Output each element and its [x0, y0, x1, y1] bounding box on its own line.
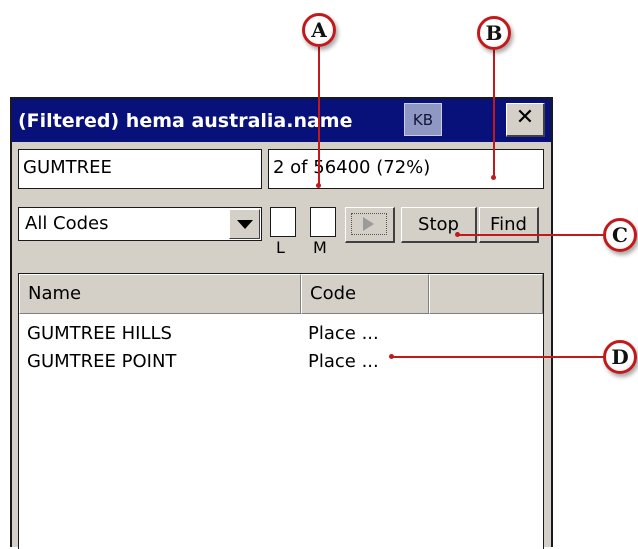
title-bar: (Filtered) hema australia.name KB ✕: [12, 99, 551, 142]
checkbox-l[interactable]: [270, 207, 296, 237]
callout-c-leader: [458, 234, 604, 236]
codes-dropdown-value: All Codes: [25, 213, 109, 234]
app-window: (Filtered) hema australia.name KB ✕ GUMT…: [10, 97, 553, 549]
callout-d: D: [603, 340, 637, 374]
callout-b-leader: [493, 49, 495, 177]
callout-d-leader: [392, 356, 604, 358]
column-header-empty: [429, 274, 543, 314]
column-header-name[interactable]: Name: [19, 274, 301, 314]
status-field: 2 of 56400 (72%): [268, 149, 544, 189]
callout-b-dot: [491, 175, 496, 180]
callout-c: C: [603, 218, 637, 252]
callout-b: B: [477, 16, 511, 50]
search-input[interactable]: GUMTREE: [18, 149, 262, 189]
callout-a-leader: [318, 46, 320, 185]
callout-a-dot: [316, 183, 321, 188]
row-name: GUMTREE POINT: [27, 351, 177, 372]
list-item[interactable]: GUMTREE HILLS Place ...: [19, 320, 543, 348]
stop-button[interactable]: Stop: [401, 207, 477, 243]
column-header-code[interactable]: Code: [301, 274, 429, 314]
results-list[interactable]: Name Code GUMTREE HILLS Place ... GUMTRE…: [18, 273, 544, 549]
row-name: GUMTREE HILLS: [27, 323, 172, 344]
keyboard-button[interactable]: KB: [404, 103, 442, 136]
row-code: Place ...: [308, 351, 379, 372]
list-item[interactable]: GUMTREE POINT Place ...: [19, 348, 543, 376]
checkbox-l-label: L: [276, 238, 285, 257]
callout-d-dot: [389, 354, 394, 359]
close-button[interactable]: ✕: [506, 103, 545, 137]
chevron-down-icon[interactable]: [229, 209, 260, 239]
list-header: Name Code: [19, 274, 543, 314]
find-button[interactable]: Find: [479, 207, 539, 243]
go-button[interactable]: [345, 207, 395, 243]
checkbox-m[interactable]: [310, 207, 336, 237]
row-code: Place ...: [308, 323, 379, 344]
checkbox-m-label: M: [313, 238, 327, 257]
play-arrow-icon: [351, 213, 387, 235]
callout-a: A: [302, 13, 336, 47]
callout-c-dot: [455, 232, 460, 237]
window-title: (Filtered) hema australia.name: [18, 110, 353, 132]
codes-dropdown[interactable]: All Codes: [18, 207, 262, 241]
close-icon: ✕: [515, 105, 535, 130]
